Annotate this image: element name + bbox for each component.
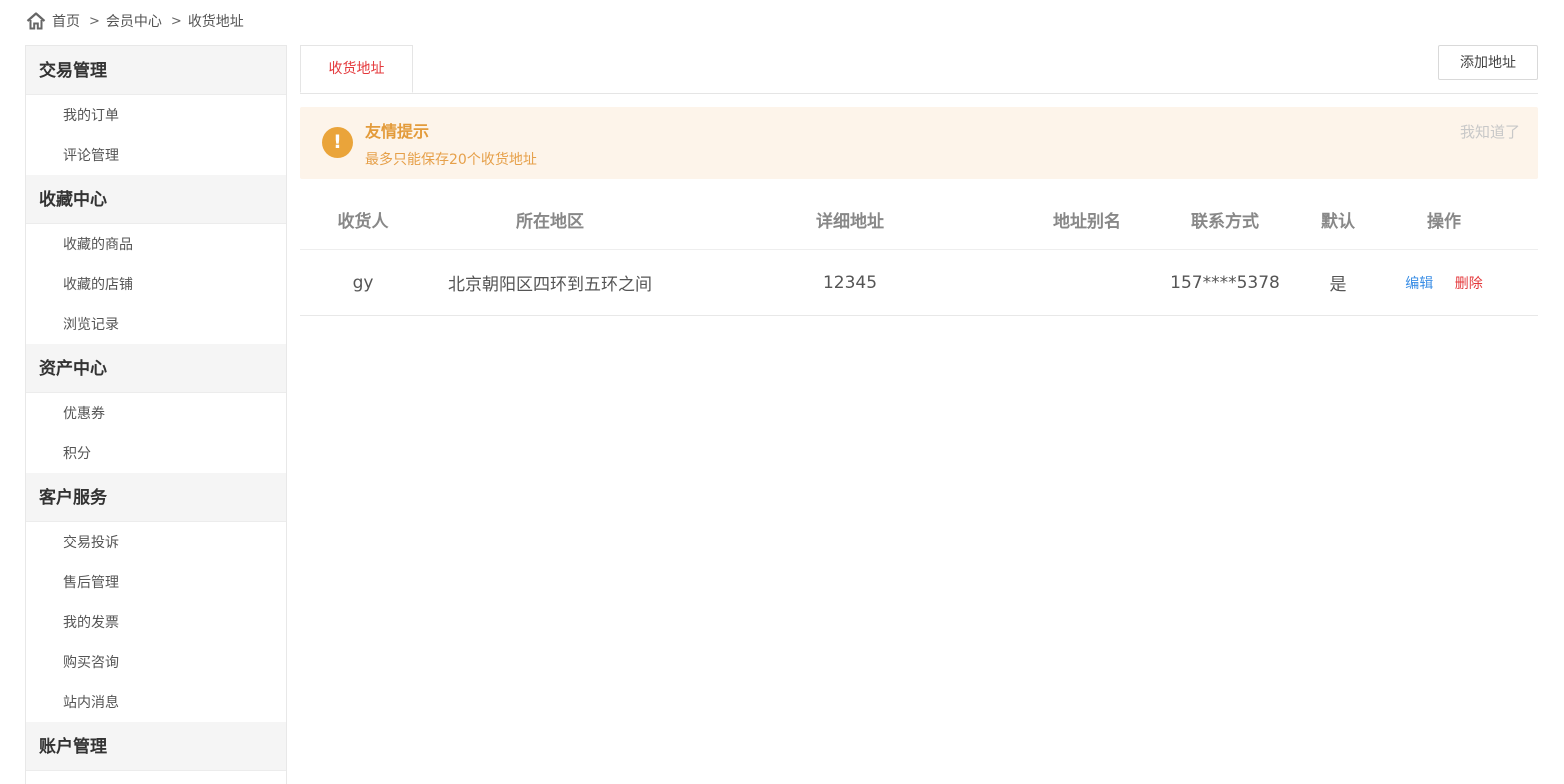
sidebar-item-my-invoices[interactable]: 我的发票: [26, 602, 286, 642]
cell-contact: 157****5378: [1148, 249, 1302, 316]
breadcrumb-separator: >: [170, 13, 182, 29]
sidebar-group-title: 客户服务: [26, 473, 286, 522]
sidebar-group-title: 收藏中心: [26, 175, 286, 224]
cell-spacer: [1514, 249, 1538, 316]
column-header-spacer: [1514, 189, 1538, 250]
sidebar-item-trade-complaints[interactable]: 交易投诉: [26, 522, 286, 562]
sidebar-group-trade: 交易管理 我的订单 评论管理: [26, 46, 286, 175]
notice-title: 友情提示: [365, 122, 430, 141]
sidebar-item-browse-history[interactable]: 浏览记录: [26, 304, 286, 344]
breadcrumb-current: 收货地址: [187, 14, 244, 30]
column-header-receiver: 收货人: [337, 211, 389, 232]
sidebar-group-assets: 资产中心 优惠券 积分: [26, 344, 286, 473]
cell-region: 北京朝阳区四环到五环之间: [426, 249, 674, 316]
cell-alias: [1026, 249, 1148, 316]
tabs-bar: 收货地址 添加地址: [300, 45, 1538, 94]
breadcrumb-separator: >: [89, 13, 100, 29]
sidebar-item-after-sales[interactable]: 售后管理: [26, 562, 286, 602]
sidebar-group-customer-service: 客户服务 交易投诉 售后管理 我的发票 购买咨询 站内消息: [26, 473, 286, 722]
add-address-button[interactable]: 添加地址: [1438, 45, 1538, 80]
table-row: gy 北京朝阳区四环到五环之间 12345 157****5378 是 编辑 删…: [300, 249, 1538, 316]
sidebar-group-favorites: 收藏中心 收藏的商品 收藏的店铺 浏览记录: [26, 175, 286, 344]
sidebar-item-purchase-inquiry[interactable]: 购买咨询: [26, 642, 286, 682]
column-header-alias: 地址别名: [1053, 211, 1121, 232]
sidebar-group-title: 账户管理: [26, 722, 286, 771]
notice-banner: ! 友情提示 最多只能保存20个收货地址 我知道了: [300, 107, 1538, 179]
sidebar: 交易管理 我的订单 评论管理 收藏中心 收藏的商品 收藏的店铺 浏览记录 资产中…: [25, 45, 287, 784]
cell-receiver: gy: [300, 249, 426, 316]
breadcrumb-member-center-link[interactable]: 会员中心: [106, 11, 162, 31]
sidebar-item-favorite-products[interactable]: 收藏的商品: [26, 224, 286, 264]
column-header-default: 默认: [1321, 211, 1355, 232]
main-content: 收货地址 添加地址 ! 友情提示 最多只能保存20个收货地址 我知道了 收货人 …: [300, 45, 1538, 316]
cell-detail-address: 12345: [674, 249, 1026, 316]
sidebar-group-title: 交易管理: [26, 46, 286, 95]
sidebar-item-site-messages[interactable]: 站内消息: [26, 682, 286, 722]
sidebar-item-coupons[interactable]: 优惠券: [26, 393, 286, 433]
sidebar-item-points[interactable]: 积分: [26, 433, 286, 473]
delete-address-link[interactable]: 删除: [1455, 276, 1483, 292]
sidebar-group-title: 资产中心: [26, 344, 286, 393]
address-table: 收货人 所在地区 详细地址 地址别名 联系方式 默认 操作 gy 北京朝阳区四环…: [300, 189, 1538, 316]
sidebar-item-my-orders[interactable]: 我的订单: [26, 95, 286, 135]
sidebar-group-account: 账户管理: [26, 722, 286, 771]
table-header-row: 收货人 所在地区 详细地址 地址别名 联系方式 默认 操作: [300, 189, 1538, 250]
sidebar-item-review-management[interactable]: 评论管理: [26, 135, 286, 175]
column-header-region: 所在地区: [516, 211, 584, 232]
warning-icon: !: [322, 127, 353, 158]
notice-dismiss-link[interactable]: 我知道了: [1460, 121, 1520, 142]
home-icon[interactable]: [26, 11, 46, 31]
sidebar-item-favorite-shops[interactable]: 收藏的店铺: [26, 264, 286, 304]
breadcrumb-home-link[interactable]: 首页: [52, 11, 80, 31]
breadcrumb: 首页 > 会员中心 > 收货地址: [26, 9, 244, 33]
notice-text: 最多只能保存20个收货地址: [365, 152, 537, 168]
tab-shipping-address[interactable]: 收货地址: [300, 45, 413, 93]
column-header-detail-address: 详细地址: [816, 211, 884, 232]
edit-address-link[interactable]: 编辑: [1405, 276, 1433, 292]
cell-default: 是: [1302, 249, 1374, 316]
cell-actions: 编辑 删除: [1374, 249, 1514, 316]
column-header-contact: 联系方式: [1191, 211, 1259, 232]
column-header-actions: 操作: [1427, 211, 1461, 232]
